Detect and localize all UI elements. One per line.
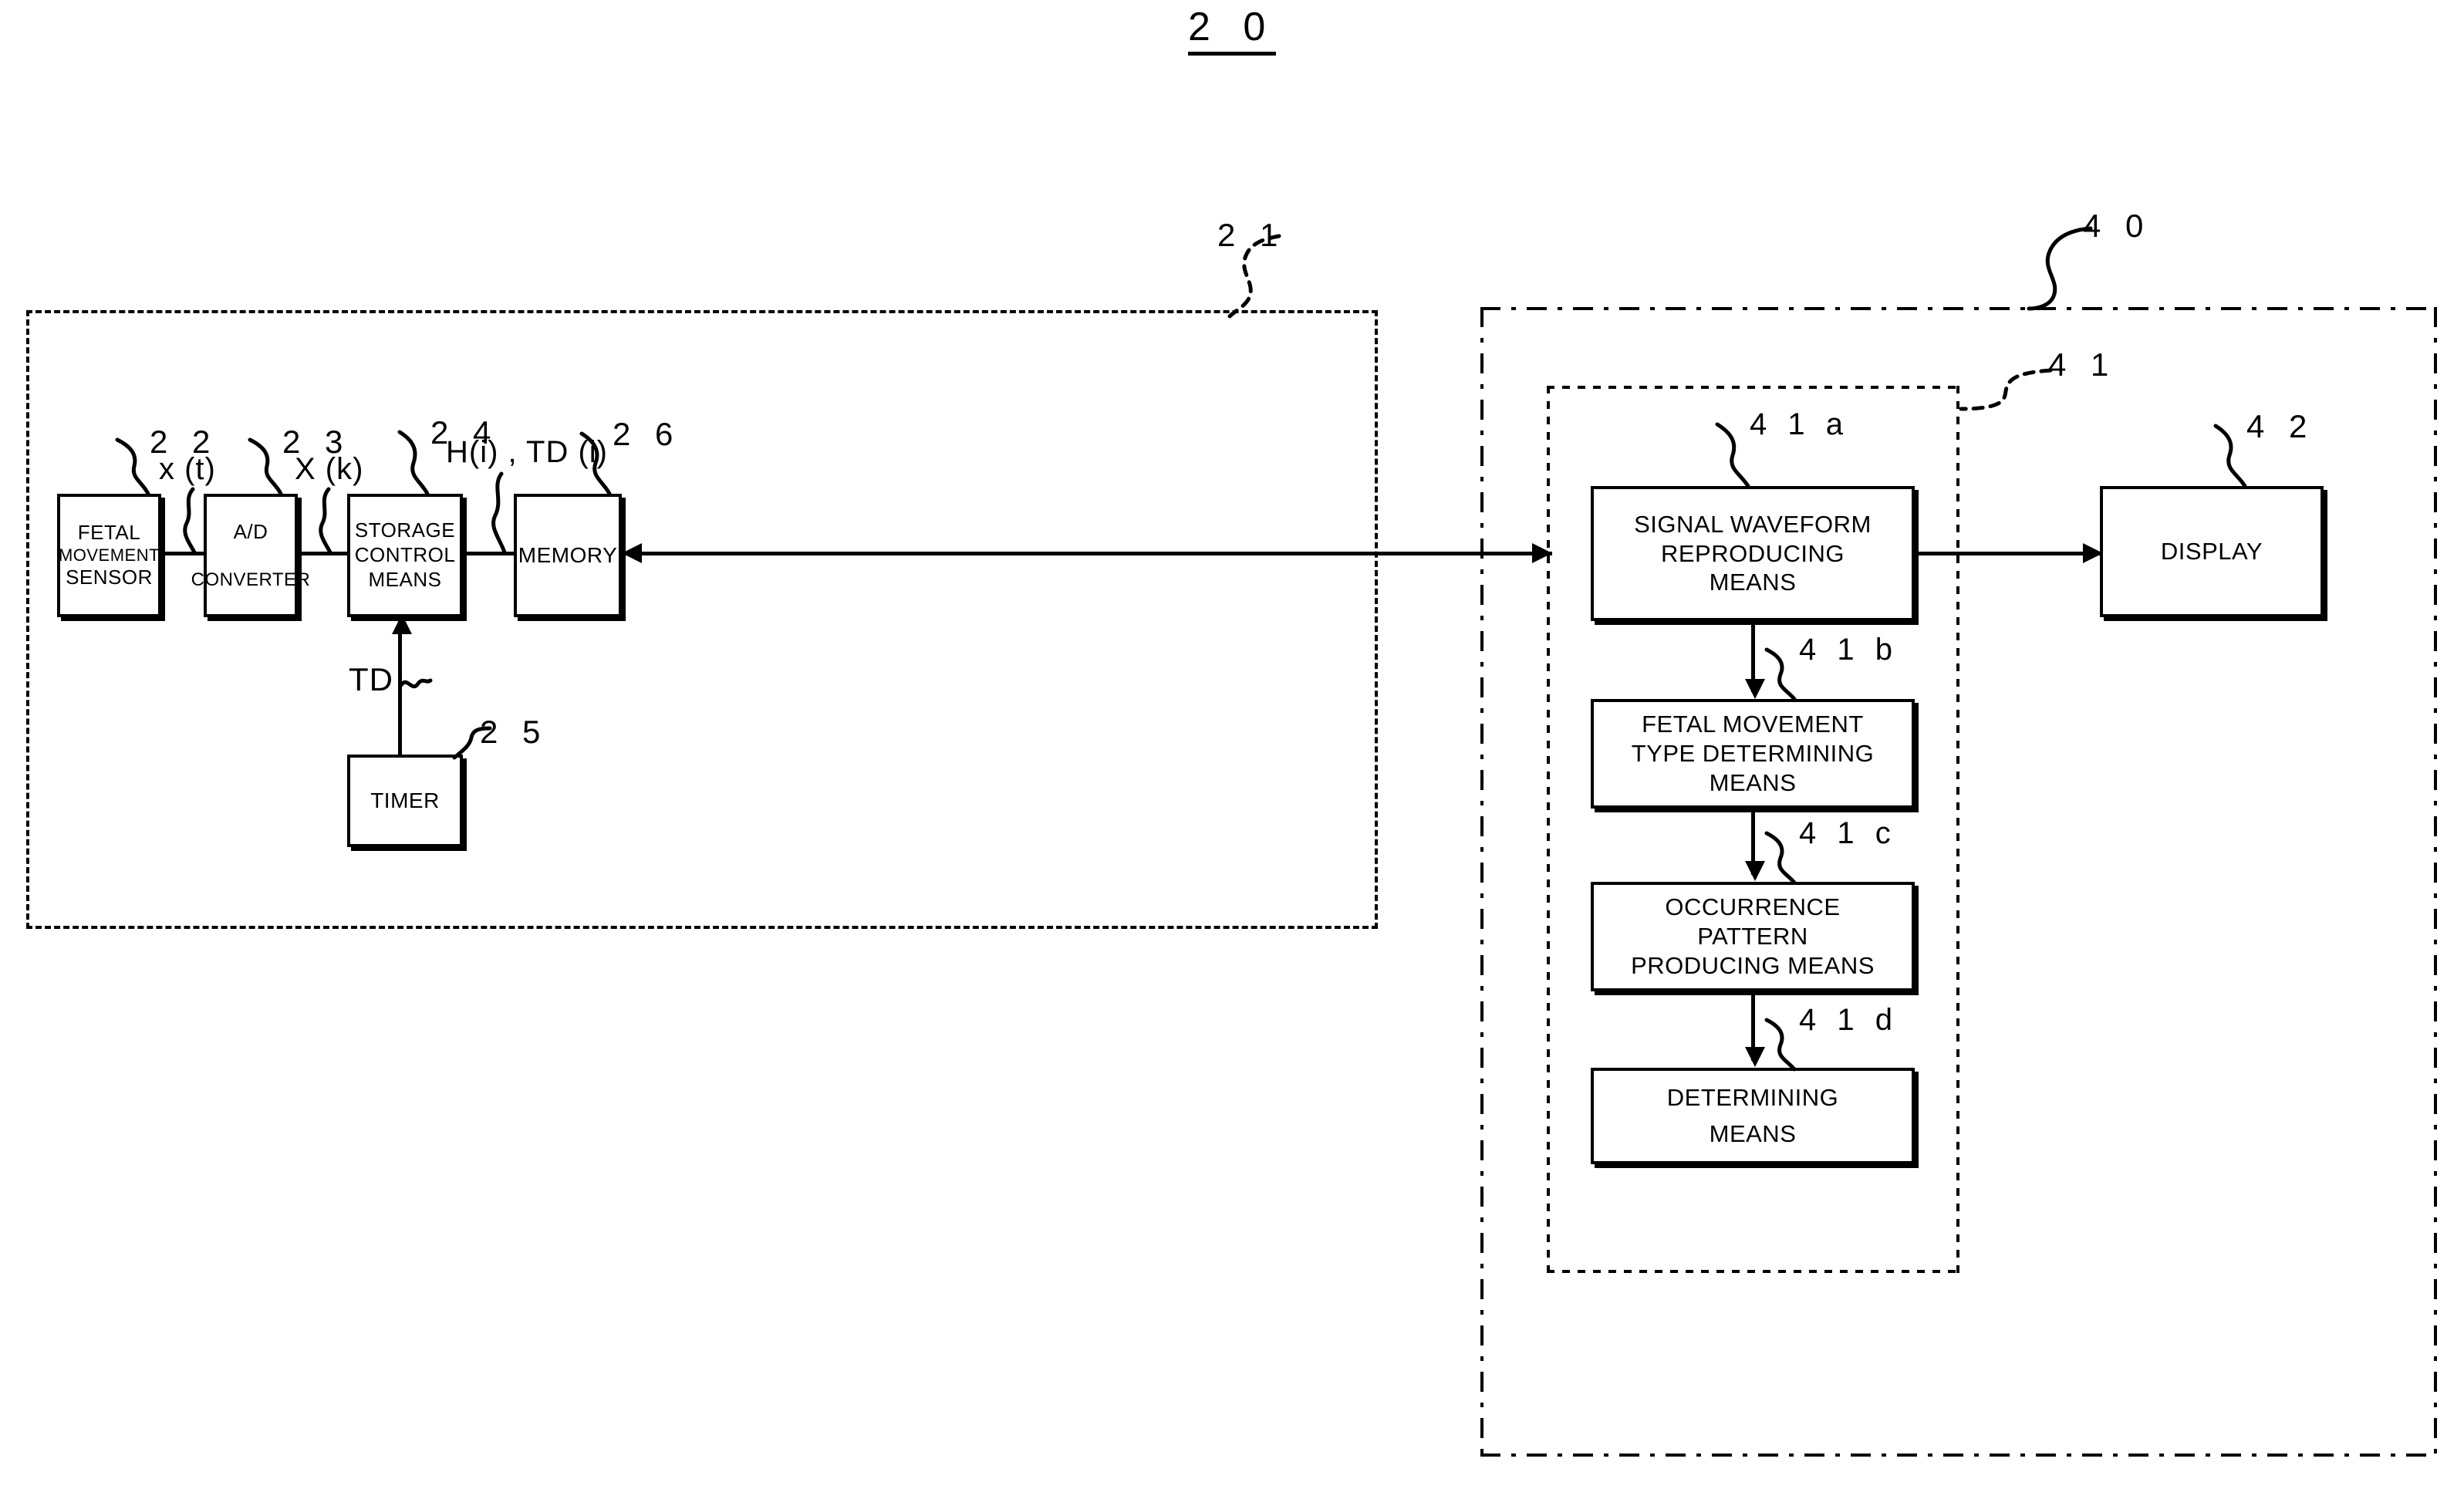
signal-leader-xt bbox=[183, 487, 197, 555]
reference-numeral-41d: 4 1 d bbox=[1799, 1003, 1899, 1037]
block-24-line-1: STORAGE bbox=[354, 518, 456, 542]
leader-line-41 bbox=[1959, 368, 2053, 411]
signal-leader-xk bbox=[319, 487, 332, 555]
block-ad-converter[interactable]: A/D CONVERTER bbox=[191, 494, 310, 617]
reference-numeral-40: 4 0 bbox=[2083, 208, 2152, 244]
block-26-line-1: MEMORY bbox=[518, 542, 618, 567]
signal-leader-hi-tdi bbox=[491, 471, 507, 555]
block-41c-line-3: PRODUCING MEANS bbox=[1631, 951, 1875, 979]
block-memory[interactable]: MEMORY bbox=[514, 494, 622, 617]
block-22-line-3: SENSOR bbox=[66, 566, 153, 589]
arrowhead-to-signal-waveform bbox=[1532, 543, 1552, 563]
reference-numeral-26: 2 6 bbox=[613, 416, 681, 452]
reference-numeral-41a: 4 1 a bbox=[1750, 407, 1849, 441]
block-timer[interactable]: TIMER bbox=[347, 755, 463, 847]
block-signal-waveform-reproducing-means[interactable]: SIGNAL WAVEFORM REPRODUCING MEANS bbox=[1591, 486, 1915, 621]
block-fetal-movement-type-determining-means[interactable]: FETAL MOVEMENT TYPE DETERMINING MEANS bbox=[1591, 699, 1915, 809]
enclosure-21 bbox=[26, 310, 1378, 929]
connector-memory-to-analysis bbox=[622, 552, 1552, 555]
block-41d-line-2: MEANS bbox=[1709, 1119, 1797, 1147]
block-23-line-1: A/D bbox=[233, 519, 268, 543]
arrowhead-41a-to-41b bbox=[1745, 679, 1765, 699]
block-41c-line-1: OCCURRENCE bbox=[1665, 893, 1841, 921]
reference-numeral-41b: 4 1 b bbox=[1799, 633, 1899, 667]
connector-41a-to-display bbox=[1885, 552, 2101, 555]
block-42-line-1: DISPLAY bbox=[2160, 538, 2263, 566]
block-22-line-1: FETAL bbox=[77, 520, 141, 544]
block-41d-line-1: DETERMINING bbox=[1666, 1084, 1839, 1112]
block-fetal-movement-sensor[interactable]: FETAL MOVEMENT SENSOR bbox=[57, 494, 161, 617]
block-24-line-2: CONTROL bbox=[354, 543, 456, 567]
figure-number: 2 0 bbox=[1188, 6, 1277, 56]
block-display[interactable]: DISPLAY bbox=[2100, 486, 2324, 617]
arrowhead-41c-to-41d bbox=[1745, 1047, 1765, 1067]
block-41c-line-2: PATTERN bbox=[1697, 923, 1808, 950]
reference-numeral-41c: 4 1 c bbox=[1799, 816, 1897, 850]
signal-label-hi-tdi: H(i) , TD (i) bbox=[446, 435, 608, 469]
block-occurrence-pattern-producing-means[interactable]: OCCURRENCE PATTERN PRODUCING MEANS bbox=[1591, 882, 1915, 991]
reference-numeral-21: 2 1 bbox=[1217, 217, 1286, 253]
signal-label-td: TD bbox=[349, 661, 393, 697]
block-23-line-2: CONVERTER bbox=[191, 569, 311, 590]
block-24-line-3: MEANS bbox=[368, 567, 442, 591]
signal-leader-td bbox=[399, 678, 433, 689]
reference-numeral-42: 4 2 bbox=[2246, 408, 2315, 444]
block-41a-line-1: SIGNAL WAVEFORM bbox=[1634, 510, 1872, 538]
signal-label-xt: x (t) bbox=[159, 452, 216, 486]
block-41b-line-3: MEANS bbox=[1709, 768, 1797, 796]
block-41a-line-2: REPRODUCING bbox=[1660, 539, 1845, 567]
reference-numeral-41: 4 1 bbox=[2048, 346, 2117, 383]
arrowhead-41b-to-41c bbox=[1745, 861, 1765, 881]
block-41b-line-2: TYPE DETERMINING bbox=[1631, 740, 1875, 768]
reference-numeral-25: 2 5 bbox=[480, 714, 548, 750]
arrowhead-to-memory bbox=[622, 543, 642, 563]
block-41a-line-3: MEANS bbox=[1709, 569, 1797, 596]
block-22-line-2: MOVEMENT bbox=[58, 545, 160, 565]
block-41b-line-1: FETAL MOVEMENT bbox=[1642, 711, 1864, 738]
block-25-line-1: TIMER bbox=[370, 788, 440, 812]
signal-label-xk: X (k) bbox=[295, 452, 364, 486]
block-storage-control-means[interactable]: STORAGE CONTROL MEANS bbox=[347, 494, 463, 617]
block-determining-means[interactable]: DETERMINING MEANS bbox=[1591, 1068, 1915, 1164]
